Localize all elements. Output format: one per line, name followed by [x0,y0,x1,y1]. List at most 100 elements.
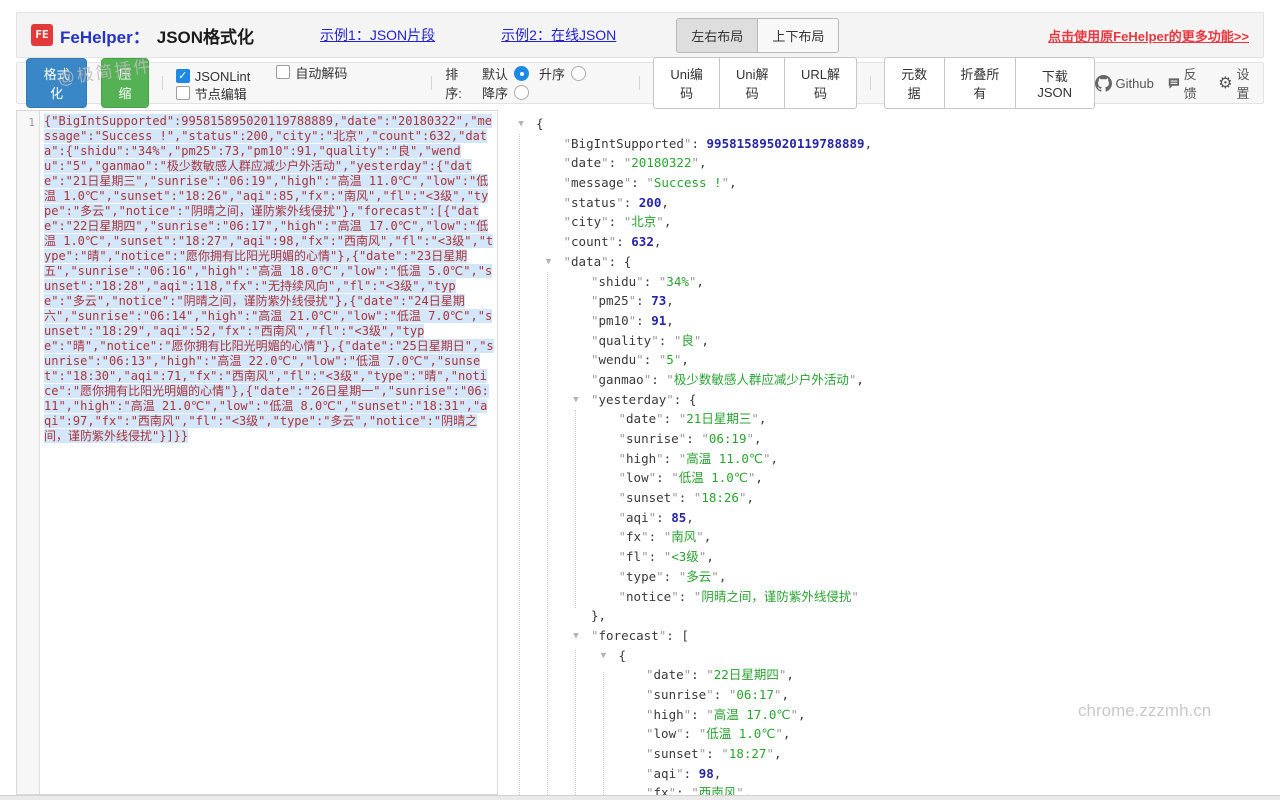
json-string-value: 良 [681,333,694,348]
compress-button[interactable]: 压缩 [101,58,148,108]
tree-line: "sunset": "18:27", [506,744,1266,764]
collapse-arrow-icon[interactable]: ▼ [598,647,610,667]
format-button[interactable]: 格式化 [26,58,87,108]
json-string-value: 西南风 [699,785,737,795]
quote: " [649,470,657,485]
metadata-button[interactable]: 元数据 [884,57,945,109]
json-string-value: 阴晴之间，谨防紫外线侵扰 [701,589,851,604]
colon: : [714,687,729,702]
layout-left-right-button[interactable]: 左右布局 [676,18,757,53]
json-key: status [571,195,616,210]
comma: , [666,293,674,308]
tree-line: "count": 632, [506,232,1266,252]
colon: : [691,707,706,722]
json-key: date [626,411,656,426]
json-key: notice [626,589,671,604]
comma: , [783,726,791,741]
colon: : [679,490,694,505]
download-json-button[interactable]: 下载JSON [1015,57,1095,109]
quote: " [601,155,609,170]
collapse-arrow-icon[interactable]: ▼ [515,115,527,135]
quote: " [591,333,599,348]
json-key: shidu [599,274,637,289]
json-key: pm10 [599,313,629,328]
sort-asc-radio-dot[interactable] [571,66,586,81]
uni-encode-button[interactable]: Uni编码 [653,57,720,109]
tree-line: "shidu": "34%", [506,272,1266,292]
node-edit-checkbox[interactable]: 节点编辑 [176,84,247,103]
json-punctuation: }, [591,608,606,623]
json-key: low [626,470,649,485]
tree-line: "aqi": 85, [506,508,1266,528]
tree-line: "message": "Success !", [506,173,1266,193]
example1-json-snippet-link[interactable]: 示例1：JSON片段 [320,25,435,45]
collapse-arrow-icon[interactable]: ▼ [570,391,582,411]
json-key: wendu [599,352,637,367]
colon: : [609,155,624,170]
quote: " [564,254,572,269]
comma: , [755,470,763,485]
settings-label: 设置 [1237,64,1254,102]
tree-line: "fx": "南风", [506,527,1266,547]
jsonlint-checkbox-box[interactable]: ✓ [176,69,190,83]
layout-top-bottom-button[interactable]: 上下布局 [757,18,839,53]
json-key: fx [626,529,641,544]
json-key: date [654,667,684,682]
tree-line: "low": "低温 1.0℃", [506,468,1266,488]
url-decode-button[interactable]: URL解码 [784,57,856,109]
colon: : [651,372,666,387]
json-punctuation: [ [681,628,689,643]
quote: " [746,431,754,446]
colon: : [636,293,651,308]
sort-default-radio-dot[interactable] [514,66,529,81]
toolbar-divider [162,76,163,90]
source-editor-panel: 1 {"BigIntSupported":9958158950201197888… [16,110,498,795]
feedback-link[interactable]: 反馈 [1168,64,1204,102]
quote: " [619,431,627,446]
json-string-value: 21日星期三 [686,411,751,426]
quote: " [774,687,782,702]
source-json-text: {"BigIntSupported":995815895020119788889… [44,114,494,443]
json-number-value: 91 [651,313,666,328]
json-string-value: 低温 1.0℃ [706,726,775,741]
sort-desc-radio[interactable]: 降序 [482,83,529,102]
sort-desc-radio-dot[interactable] [514,85,529,100]
uni-decode-button[interactable]: Uni解码 [719,57,786,109]
comma: , [744,785,752,795]
quote: " [619,470,627,485]
collapse-arrow-icon[interactable]: ▼ [543,253,555,273]
comma: , [786,667,794,682]
sort-default-radio[interactable]: 默认 [482,64,529,83]
collapse-arrow-icon[interactable]: ▼ [570,627,582,647]
source-textarea[interactable]: {"BigIntSupported":995815895020119788889… [40,111,497,794]
jsonlint-checkbox[interactable]: ✓JSONLint [176,69,251,84]
colon: : [649,549,664,564]
sort-asc-radio[interactable]: 升序 [539,64,586,83]
quote: " [619,451,627,466]
settings-link[interactable]: ⚙ 设置 [1218,64,1254,102]
quote: " [636,352,644,367]
node-edit-checkbox-box[interactable] [176,86,190,100]
horizontal-scrollbar[interactable] [0,795,1280,800]
quote: " [671,490,679,505]
sort-default-radio-label: 默认 [482,64,508,83]
github-link[interactable]: Github [1095,75,1154,92]
comma: , [681,352,689,367]
colon: : [624,195,639,210]
colon: : [656,510,671,525]
json-key: BigIntSupported [571,136,684,151]
auto-decode-checkbox[interactable]: 自动解码 [276,63,347,82]
example2-online-json-link[interactable]: 示例2：在线JSON [501,25,616,45]
more-features-link[interactable]: 点击使用原FeHelper的更多功能>> [1048,26,1249,45]
tree-line: ▼"data": { [506,252,1266,272]
json-key: sunset [626,490,671,505]
collapse-all-button[interactable]: 折叠所有 [944,57,1016,109]
quote: " [646,766,654,781]
sort-desc-radio-label: 降序 [482,83,508,102]
json-number-value: 632 [631,234,654,249]
json-key: city [571,214,601,229]
quote: " [636,274,644,289]
auto-decode-checkbox-box[interactable] [276,65,290,79]
quote: " [619,549,627,564]
json-key: type [626,569,656,584]
